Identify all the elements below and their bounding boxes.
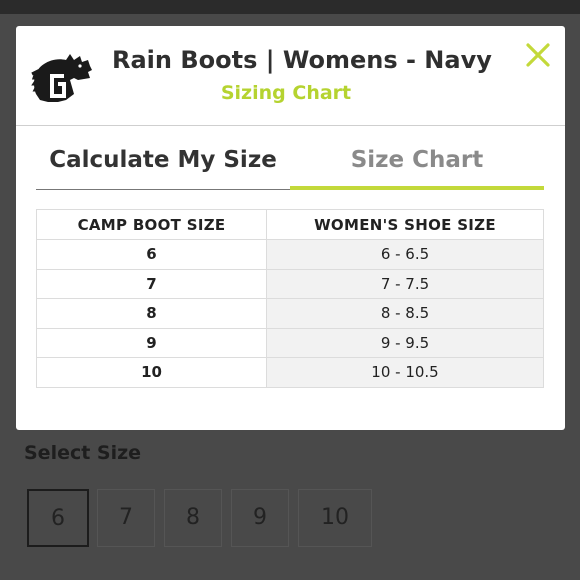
table-row: 10 10 - 10.5 — [36, 357, 544, 388]
size-option-10[interactable]: 10 — [298, 489, 372, 547]
boot-size-cell: 9 — [36, 327, 267, 358]
size-option-7[interactable]: 7 — [97, 489, 155, 547]
top-bar — [0, 0, 580, 14]
size-option-9[interactable]: 9 — [231, 489, 289, 547]
boot-size-cell: 7 — [36, 268, 267, 299]
select-size-label: Select Size — [24, 442, 142, 464]
size-option-6[interactable]: 6 — [27, 489, 89, 547]
boot-size-cell: 8 — [36, 298, 267, 329]
table-row: 8 8 - 8.5 — [36, 298, 544, 329]
shoe-size-cell: 7 - 7.5 — [266, 268, 544, 299]
tab-bar: Calculate My Size Size Chart — [36, 140, 544, 190]
modal-header: Rain Boots | Womens - Navy Sizing Chart — [16, 26, 565, 126]
column-header-camp-boot-size: CAMP BOOT SIZE — [36, 209, 267, 240]
size-option-8[interactable]: 8 — [164, 489, 222, 547]
shoe-size-cell: 9 - 9.5 — [266, 327, 544, 358]
size-chart-table: CAMP BOOT SIZE WOMEN'S SHOE SIZE 6 6 - 6… — [36, 209, 544, 388]
tab-calculate-my-size[interactable]: Calculate My Size — [36, 140, 290, 190]
brand-logo-icon — [30, 50, 94, 106]
shoe-size-cell: 8 - 8.5 — [266, 298, 544, 329]
tab-size-chart[interactable]: Size Chart — [290, 140, 544, 190]
table-row: 6 6 - 6.5 — [36, 239, 544, 270]
table-row: 9 9 - 9.5 — [36, 327, 544, 358]
shoe-size-cell: 6 - 6.5 — [266, 239, 544, 270]
table-header-row: CAMP BOOT SIZE WOMEN'S SHOE SIZE — [36, 209, 544, 240]
sizing-chart-modal: Rain Boots | Womens - Navy Sizing Chart … — [16, 26, 565, 430]
boot-size-cell: 10 — [36, 357, 267, 388]
table-row: 7 7 - 7.5 — [36, 268, 544, 299]
modal-title: Rain Boots | Womens - Navy — [112, 46, 492, 74]
column-header-womens-shoe-size: WOMEN'S SHOE SIZE — [266, 209, 544, 240]
shoe-size-cell: 10 - 10.5 — [266, 357, 544, 388]
modal-subtitle: Sizing Chart — [220, 82, 352, 104]
boot-size-cell: 6 — [36, 239, 267, 270]
close-icon[interactable] — [523, 40, 553, 70]
